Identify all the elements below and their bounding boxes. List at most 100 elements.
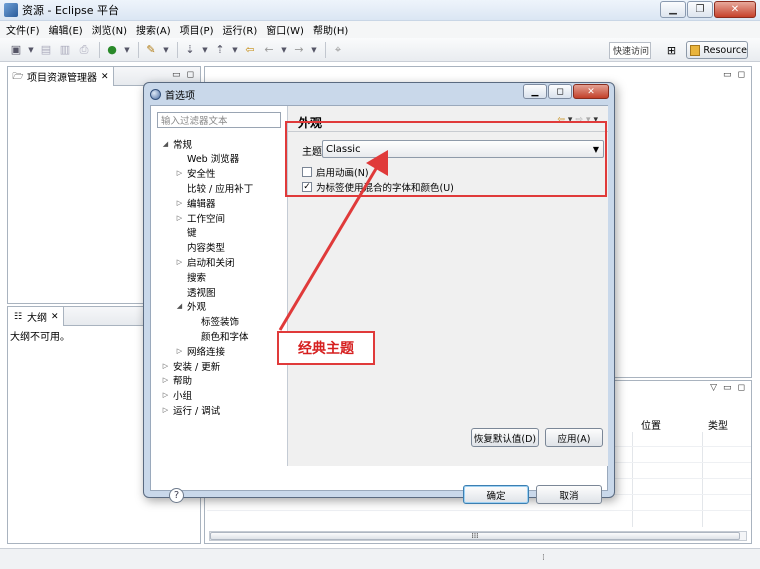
maximize-view-icon[interactable]: ◻ (738, 383, 745, 393)
dialog-minimize-button[interactable]: ▁ (523, 84, 547, 99)
tree-item-label: 外观 (187, 302, 207, 314)
new-icon[interactable]: ▣ (8, 42, 24, 58)
expand-toggle-icon[interactable]: ▷ (175, 258, 184, 266)
ok-button[interactable]: 确定 (463, 485, 529, 504)
dialog-maximize-button[interactable]: ◻ (548, 84, 572, 99)
tree-item[interactable]: 内容类型 (175, 240, 225, 255)
eclipse-dialog-icon (150, 88, 161, 100)
tree-item[interactable]: ▷ 工作空间 (175, 210, 225, 225)
column-header-location[interactable]: 位置 (641, 417, 661, 432)
apply-button[interactable]: 应用(A) (545, 428, 603, 447)
window-title: 资源 - Eclipse 平台 (22, 4, 120, 17)
tree-item[interactable]: ▷ 网络连接 (175, 343, 225, 358)
menu-file[interactable]: 文件(F) (6, 22, 40, 37)
expand-toggle-icon[interactable]: ▷ (161, 406, 170, 414)
tree-item[interactable]: ◢ 常规 (161, 136, 192, 151)
tree-item[interactable]: ▷ 小组 (161, 388, 192, 403)
menu-project[interactable]: 项目(P) (180, 22, 214, 37)
menu-edit[interactable]: 编辑(E) (49, 22, 83, 37)
close-tab-icon[interactable]: ✕ (101, 72, 109, 82)
pin-editor-icon[interactable]: ⌖ (330, 42, 346, 58)
horizontal-scrollbar[interactable]: ⁞⁞⁞ (209, 531, 747, 541)
dropdown-icon[interactable]: ▼ (162, 42, 170, 58)
last-edit-icon[interactable]: ⇦ (242, 42, 258, 58)
expand-toggle-icon[interactable]: ◢ (175, 302, 184, 310)
tree-item-label: 运行 / 调试 (173, 405, 221, 417)
maximize-view-icon[interactable]: ◻ (738, 70, 745, 80)
maximize-view-icon[interactable]: ◻ (187, 70, 194, 80)
menu-search[interactable]: 搜索(A) (136, 22, 171, 37)
tree-item-label: 小组 (173, 391, 193, 403)
menu-navigate[interactable]: 浏览(N) (92, 22, 127, 37)
tree-item[interactable]: 标签装饰 (189, 314, 239, 329)
restore-button[interactable]: ❐ (687, 1, 713, 18)
tree-item[interactable]: ▷ 编辑器 (175, 195, 216, 210)
close-tab-icon[interactable]: ✕ (51, 312, 59, 322)
menu-run[interactable]: 运行(R) (222, 22, 257, 37)
column-header-type[interactable]: 类型 (708, 417, 728, 432)
restore-defaults-button[interactable]: 恢复默认值(D) (471, 428, 539, 447)
open-perspective-icon[interactable]: ⊞ (664, 43, 679, 58)
external-tools-icon[interactable]: ✎ (143, 42, 159, 58)
expand-toggle-icon[interactable]: ▷ (175, 347, 184, 355)
expand-toggle-icon[interactable]: ▷ (161, 362, 170, 370)
tree-item-label: 标签装饰 (201, 317, 240, 329)
expand-toggle-icon[interactable]: ▷ (161, 391, 170, 399)
expand-toggle-icon[interactable]: ◢ (161, 140, 170, 148)
expand-toggle-icon[interactable]: ▷ (175, 199, 184, 207)
tree-item[interactable]: 搜索 (175, 269, 206, 284)
next-annotation-icon[interactable]: ⇣ (182, 42, 198, 58)
tree-item[interactable]: ▷ 安全性 (175, 166, 216, 181)
tree-item-label: 比较 / 应用补丁 (187, 183, 254, 195)
tree-item-label: 搜索 (187, 272, 207, 284)
minimize-view-icon[interactable]: ▭ (723, 383, 732, 393)
view-menu-icon[interactable]: ▽ (710, 383, 717, 393)
dropdown-icon[interactable]: ▼ (123, 42, 131, 58)
minimize-view-icon[interactable]: ▭ (723, 70, 732, 80)
tree-item[interactable]: ▷ 安装 / 更新 (161, 358, 220, 373)
outline-icon: ☷ (13, 311, 23, 322)
tree-item[interactable]: ▷ 帮助 (161, 373, 192, 388)
project-explorer-title: 项目资源管理器 (27, 73, 97, 84)
tree-item[interactable]: Web 浏览器 (175, 151, 239, 166)
tree-item[interactable]: ▷ 启动和关闭 (175, 254, 235, 269)
print-icon[interactable]: ⎙ (76, 42, 92, 58)
tree-item-label: 工作空间 (187, 213, 226, 225)
tree-item[interactable]: 颜色和字体 (189, 328, 249, 343)
dropdown-icon[interactable]: ▼ (280, 42, 288, 58)
prev-annotation-icon[interactable]: ⇡ (212, 42, 228, 58)
minimize-button[interactable]: ▁ (660, 1, 686, 18)
tree-item[interactable]: 透视图 (175, 284, 216, 299)
tab-project-explorer[interactable]: 🗁 项目资源管理器 ✕ (8, 67, 114, 86)
run-icon[interactable]: ● (104, 42, 120, 58)
dropdown-icon[interactable]: ▼ (310, 42, 318, 58)
expand-toggle-icon[interactable]: ▷ (161, 376, 170, 384)
menu-help[interactable]: 帮助(H) (313, 22, 348, 37)
dropdown-icon[interactable]: ▼ (231, 42, 239, 58)
minimize-view-icon[interactable]: ▭ (172, 70, 181, 80)
quick-access-input[interactable]: 快速访问 (609, 42, 651, 59)
help-icon[interactable]: ? (169, 488, 184, 503)
tree-item[interactable]: ▷ 运行 / 调试 (161, 402, 220, 417)
forward-icon[interactable]: → (291, 42, 307, 58)
dropdown-icon[interactable]: ▼ (27, 42, 35, 58)
tree-item[interactable]: 键 (175, 225, 197, 240)
dropdown-icon[interactable]: ▼ (201, 42, 209, 58)
menu-window[interactable]: 窗口(W) (266, 22, 304, 37)
save-all-icon[interactable]: ▥ (57, 42, 73, 58)
tree-item[interactable]: 比较 / 应用补丁 (175, 180, 253, 195)
tab-outline[interactable]: ☷ 大纲 ✕ (8, 307, 64, 326)
tree-item[interactable]: ◢ 外观 (175, 299, 206, 314)
close-button[interactable]: ✕ (714, 1, 756, 18)
save-icon[interactable]: ▤ (38, 42, 54, 58)
tree-item-label: 键 (187, 228, 197, 240)
perspective-resource-button[interactable]: Resource (686, 41, 748, 59)
expand-toggle-icon[interactable]: ▷ (175, 169, 184, 177)
back-icon[interactable]: ← (261, 42, 277, 58)
tree-item-label: 透视图 (187, 287, 216, 299)
dialog-titlebar: 首选项 ▁ ◻ ✕ (144, 83, 614, 105)
filter-input[interactable]: 输入过滤器文本 (157, 112, 281, 128)
dialog-close-button[interactable]: ✕ (573, 84, 609, 99)
cancel-button[interactable]: 取消 (536, 485, 602, 504)
expand-toggle-icon[interactable]: ▷ (175, 214, 184, 222)
